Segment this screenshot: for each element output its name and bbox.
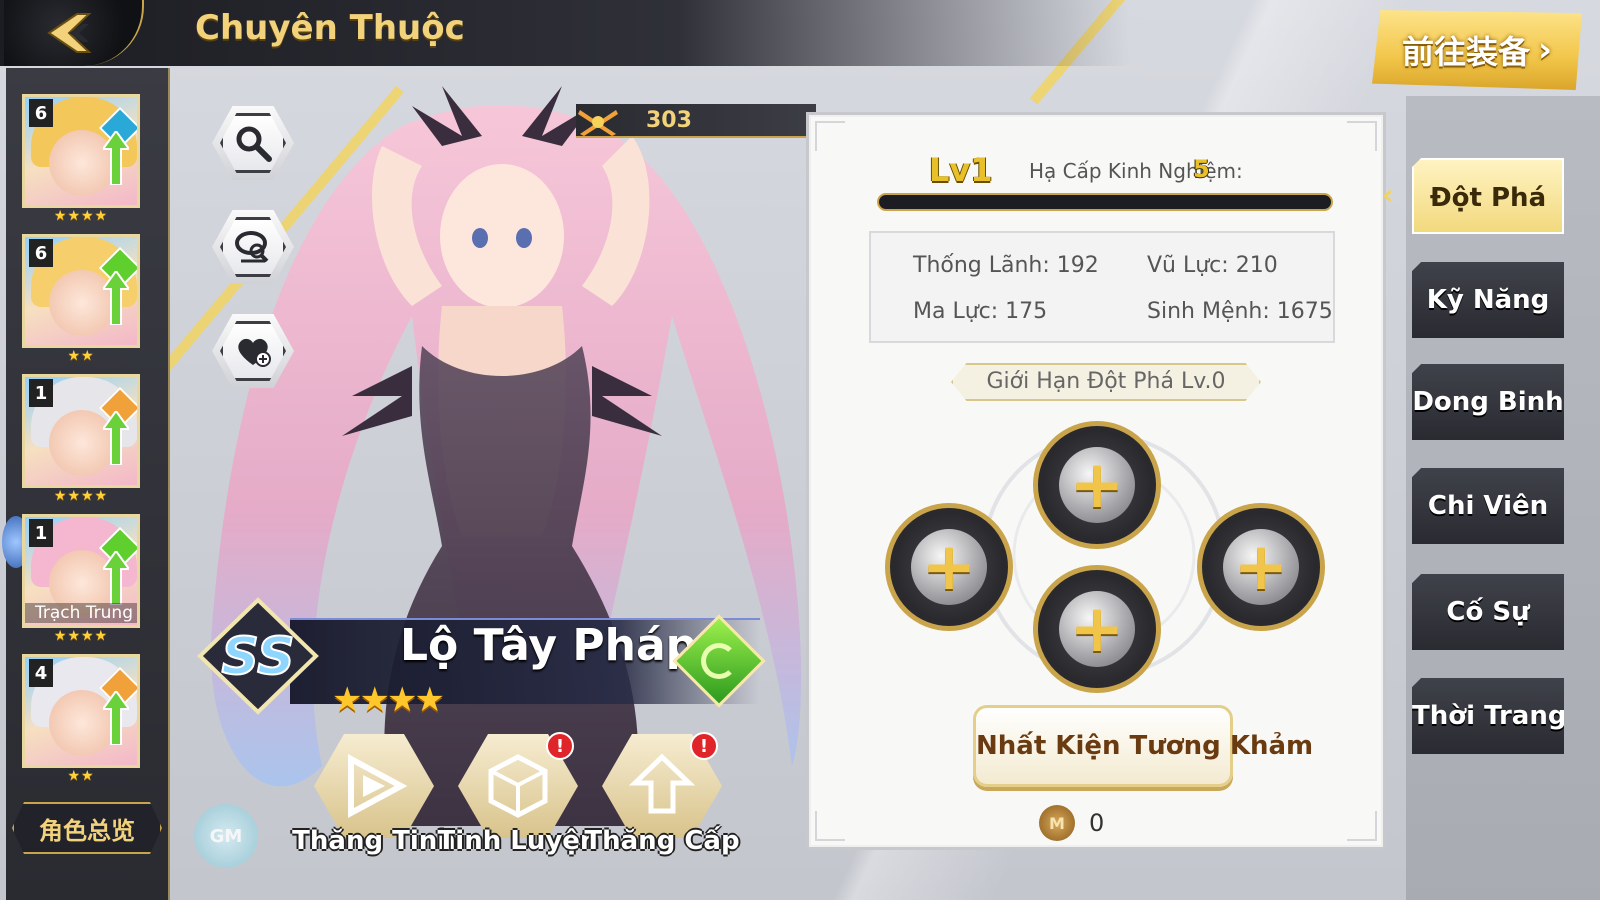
panel-corner [815, 121, 845, 151]
stat-command-label: Thống Lãnh: [913, 253, 1050, 278]
exp-label: Hạ Cấp Kinh Nghiệm: [1029, 159, 1243, 183]
tab-0[interactable]: Đột Phá [1412, 158, 1564, 234]
stat-command-value: 192 [1056, 253, 1099, 278]
roster-card-level: 6 [29, 239, 53, 267]
hero-overview-label: 角色总览 [39, 816, 135, 845]
combat-power-bar: 303 [576, 104, 816, 138]
plus-icon: + [1069, 446, 1125, 523]
star-up-label: Thăng Tinh [292, 826, 456, 856]
gem-slot-right[interactable]: + [1197, 503, 1325, 631]
rarity-text: SS [221, 627, 294, 687]
game-screen: Chuyên Thuộc 前往装备 › 6 ★★★★ 6 ★★ 1 ★★★★ 1 Trạch … [0, 0, 1600, 900]
gm-button[interactable]: GM [194, 804, 258, 868]
level-up-icon [628, 753, 696, 814]
heart-plus-icon [238, 338, 271, 367]
exp-progress-bar [877, 193, 1333, 211]
roster-card[interactable]: 6 [22, 94, 140, 208]
auto-inlay-button[interactable]: Nhất Kiện Tương Khảm [973, 705, 1313, 787]
gem-slot-top[interactable]: + [1033, 421, 1161, 549]
stat-magic: Ma Lực: 175 [913, 299, 1047, 324]
page-title: Chuyên Thuộc [195, 8, 465, 48]
roster-card-stars: ★★★★ [53, 208, 109, 224]
upgrade-arrow-icon [103, 271, 129, 325]
coin-icon-letter: M [1049, 813, 1065, 833]
magnifier-icon [236, 126, 272, 162]
roster-card[interactable]: 6 [22, 234, 140, 348]
plus-icon: + [921, 528, 977, 605]
chevron-left-icon: ‹ [1382, 178, 1394, 211]
tab-4[interactable]: Cố Sự [1412, 574, 1564, 650]
speech-search-icon [235, 231, 269, 263]
plus-icon: + [1069, 590, 1125, 667]
alert-icon: ! [690, 732, 718, 760]
breakthrough-limit: Giới Hạn Đột Phá Lv.0 [951, 363, 1261, 401]
stat-magic-label: Ma Lực: [913, 299, 999, 324]
coin-value: 0 [1089, 809, 1105, 837]
roster-card[interactable]: 1 Trạch Trung [22, 514, 140, 628]
cube-icon [488, 754, 548, 818]
upgrade-arrow-icon [103, 411, 129, 465]
stat-command: Thống Lãnh: 192 [913, 253, 1099, 278]
level-up-label: Thăng Cấp [584, 826, 740, 856]
stat-life-label: Sinh Mệnh: [1147, 299, 1270, 324]
tab-2[interactable]: Dong Binh [1412, 364, 1564, 440]
upgrade-arrow-icon [103, 551, 129, 605]
stat-force-label: Vũ Lực: [1147, 253, 1229, 278]
roster-card-stars: ★★ [67, 768, 95, 784]
plus-icon: + [1233, 528, 1289, 605]
coin-icon: M [1039, 805, 1075, 841]
hero-name: Lộ Tây Pháp [400, 620, 698, 671]
gem-slot-left[interactable]: + [885, 503, 1013, 631]
stat-life: Sinh Mệnh: 1675 [1147, 299, 1333, 324]
roster-card-stars: ★★ [67, 348, 95, 364]
gem-slot-bottom[interactable]: + [1033, 565, 1161, 693]
breakthrough-panel: Lv1 Hạ Cấp Kinh Nghiệm: 5 Thống Lãnh: 19… [806, 112, 1386, 850]
roster-card[interactable]: 1 [22, 374, 140, 488]
panel-corner [1347, 811, 1377, 841]
panel-corner [1347, 121, 1377, 151]
roster-card-stars: ★★★★ [53, 488, 109, 504]
tab-5[interactable]: Thời Trang [1412, 678, 1564, 754]
goto-equip-button[interactable]: 前往装备 › [1372, 10, 1582, 90]
rarity-ss-badge: SS [197, 597, 319, 715]
upgrade-arrow-icon [103, 691, 129, 745]
roster-card-level: 1 [29, 379, 53, 407]
top-bar [0, 0, 1130, 66]
level-up-button[interactable]: ! Thăng Cấp [584, 732, 740, 856]
gm-label: GM [209, 825, 243, 847]
refine-label: Tinh Luyện [437, 826, 599, 856]
back-arrow-icon [47, 13, 92, 53]
roster-card-stars: ★★★★ [53, 628, 109, 644]
roster-card-level: 6 [29, 99, 53, 127]
alert-icon: ! [546, 732, 574, 760]
upgrade-arrow-icon [103, 131, 129, 185]
roster-card-level: 4 [29, 659, 53, 687]
crossed-swords-icon [578, 110, 618, 136]
panel-corner [815, 811, 845, 841]
chevron-right-icon: › [1538, 30, 1553, 70]
stats-box: Thống Lãnh: 192 Vũ Lực: 210 Ma Lực: 175 … [869, 231, 1335, 343]
exp-value: 5 [1193, 155, 1210, 183]
stat-force-value: 210 [1235, 253, 1278, 278]
star-up-button[interactable]: Thăng Tinh [292, 734, 456, 856]
refine-button[interactable]: ! Tinh Luyện [438, 732, 598, 856]
tab-3[interactable]: Chi Viên [1412, 468, 1564, 544]
hero-level: Lv1 [929, 151, 993, 189]
roster-card-level: 1 [29, 519, 53, 547]
goto-equip-label: 前往装备 [1401, 33, 1530, 71]
combat-power-value: 303 [646, 108, 692, 133]
hero-overview-button[interactable]: 角色总览 [12, 802, 162, 854]
roster-card[interactable]: 4 [22, 654, 140, 768]
hero-star-rating: ★★★★ [332, 680, 445, 720]
stat-force: Vũ Lực: 210 [1147, 253, 1278, 278]
tab-1[interactable]: Kỹ Năng [1412, 262, 1564, 338]
stat-magic-value: 175 [1005, 299, 1048, 324]
roster-card-name: Trạch Trung [25, 603, 137, 623]
star-up-icon [348, 753, 408, 819]
stat-life-value: 1675 [1276, 299, 1333, 324]
